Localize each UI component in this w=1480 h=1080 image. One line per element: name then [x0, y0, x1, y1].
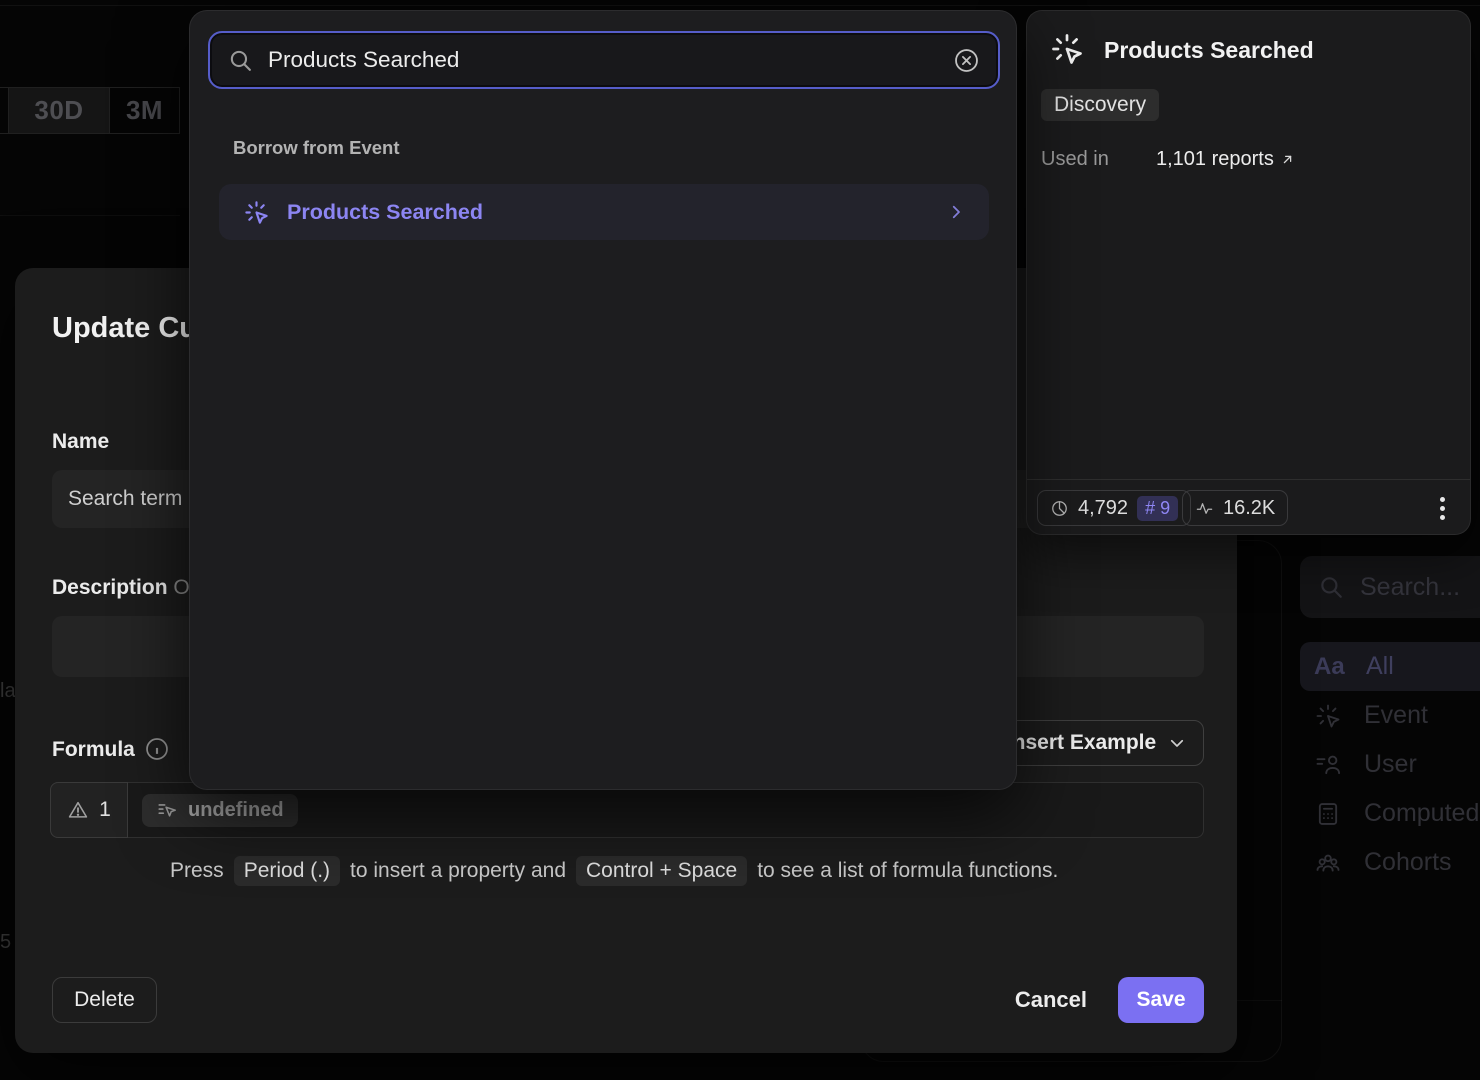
cancel-button[interactable]: Cancel	[1015, 977, 1087, 1023]
event-result-row[interactable]: Products Searched	[219, 184, 989, 240]
cursor-click-icon	[1049, 31, 1085, 67]
chart-axis-fragment: 5	[0, 931, 11, 954]
used-in-label: Used in	[1041, 148, 1109, 171]
range-30d-button[interactable]: 30D	[9, 88, 110, 133]
divider	[0, 5, 1480, 6]
filter-label: User	[1364, 750, 1417, 779]
filter-computed[interactable]: Computed	[1300, 789, 1480, 838]
calculator-icon	[1314, 800, 1342, 828]
error-count: 1	[99, 798, 111, 822]
chevron-down-icon	[1168, 734, 1186, 752]
divider	[0, 215, 180, 216]
borrow-from-event-heading: Borrow from Event	[233, 137, 400, 159]
clear-search-icon[interactable]	[953, 47, 980, 74]
optional-hint: O	[173, 576, 189, 599]
filter-user[interactable]: User	[1300, 740, 1480, 789]
property-picker-sidebar: Search... Aa All Event User	[1282, 538, 1480, 1080]
modal-title: Update Cu	[52, 312, 197, 345]
modal-footer: Delete Cancel Save	[15, 963, 1237, 1053]
stat-value: 4,792	[1078, 497, 1128, 520]
description-label: Description O	[52, 576, 190, 600]
search-icon	[228, 48, 253, 73]
range-3m-button[interactable]: 3M	[110, 88, 180, 133]
formula-input[interactable]: undefined	[128, 782, 1204, 838]
range-3m-label: 3M	[126, 95, 163, 126]
event-property-icon	[156, 799, 178, 821]
pie-chart-icon	[1050, 499, 1069, 518]
filter-label: Computed	[1364, 799, 1479, 828]
kbd-period: Period (.)	[234, 856, 340, 886]
formula-hint: Press Period (.) to insert a property an…	[170, 856, 1058, 886]
formula-editor: 1 undefined	[50, 782, 1204, 838]
filter-label: Cohorts	[1364, 848, 1452, 877]
name-value: Search term	[68, 487, 182, 511]
info-icon[interactable]	[144, 736, 170, 762]
event-stats-footer: 4,792 # 9 16.2K	[1027, 479, 1470, 536]
event-count-stat[interactable]: 4,792 # 9	[1037, 490, 1191, 526]
range-d-button[interactable]: D	[0, 88, 9, 133]
filter-list: Aa All Event User	[1300, 642, 1480, 887]
warning-icon	[67, 799, 89, 821]
range-30d-label: 30D	[34, 95, 83, 126]
filter-cohorts[interactable]: Cohorts	[1300, 838, 1480, 887]
used-in-reports-link[interactable]: 1,101 reports	[1156, 148, 1295, 171]
insert-example-button[interactable]: Insert Example	[989, 720, 1204, 766]
save-button[interactable]: Save	[1118, 977, 1204, 1023]
filter-event[interactable]: Event	[1300, 691, 1480, 740]
name-label: Name	[52, 430, 109, 454]
cursor-click-icon	[243, 199, 270, 226]
event-title: Products Searched	[1104, 37, 1314, 64]
event-result-label: Products Searched	[287, 200, 930, 225]
app-root: D 30D 3M lay 5 Search... Aa	[0, 0, 1480, 1080]
formula-error-gutter: 1	[50, 782, 128, 838]
formula-label: Formula	[52, 738, 135, 762]
search-icon	[1318, 574, 1344, 600]
user-list-icon	[1314, 751, 1342, 779]
text-format-icon: Aa	[1314, 653, 1344, 681]
event-search-box[interactable]	[208, 31, 1000, 89]
chevron-right-icon	[947, 203, 965, 221]
activity-icon	[1195, 499, 1214, 518]
stat-value: 16.2K	[1223, 497, 1275, 520]
event-details-popover: Products Searched Discovery Used in 1,10…	[1026, 10, 1471, 535]
filter-all[interactable]: Aa All	[1300, 642, 1480, 691]
cursor-click-icon	[1314, 702, 1342, 730]
cohorts-icon	[1314, 849, 1342, 877]
more-options-button[interactable]	[1426, 492, 1458, 524]
volume-stat[interactable]: 16.2K	[1182, 490, 1288, 526]
property-chip[interactable]: undefined	[142, 794, 298, 827]
external-arrow-icon	[1280, 152, 1295, 167]
filter-label: All	[1366, 652, 1394, 681]
rank-badge: # 9	[1137, 496, 1178, 521]
event-search-dropdown: Borrow from Event Products Searched	[189, 10, 1017, 790]
property-search-input[interactable]: Search...	[1300, 556, 1480, 618]
filter-label: Event	[1364, 701, 1428, 730]
event-search-input[interactable]	[268, 47, 938, 73]
delete-button[interactable]: Delete	[52, 977, 157, 1023]
date-range-selector: D 30D 3M	[0, 87, 180, 134]
search-placeholder: Search...	[1360, 573, 1460, 602]
category-tag: Discovery	[1041, 89, 1159, 121]
kbd-control-space: Control + Space	[576, 856, 747, 886]
